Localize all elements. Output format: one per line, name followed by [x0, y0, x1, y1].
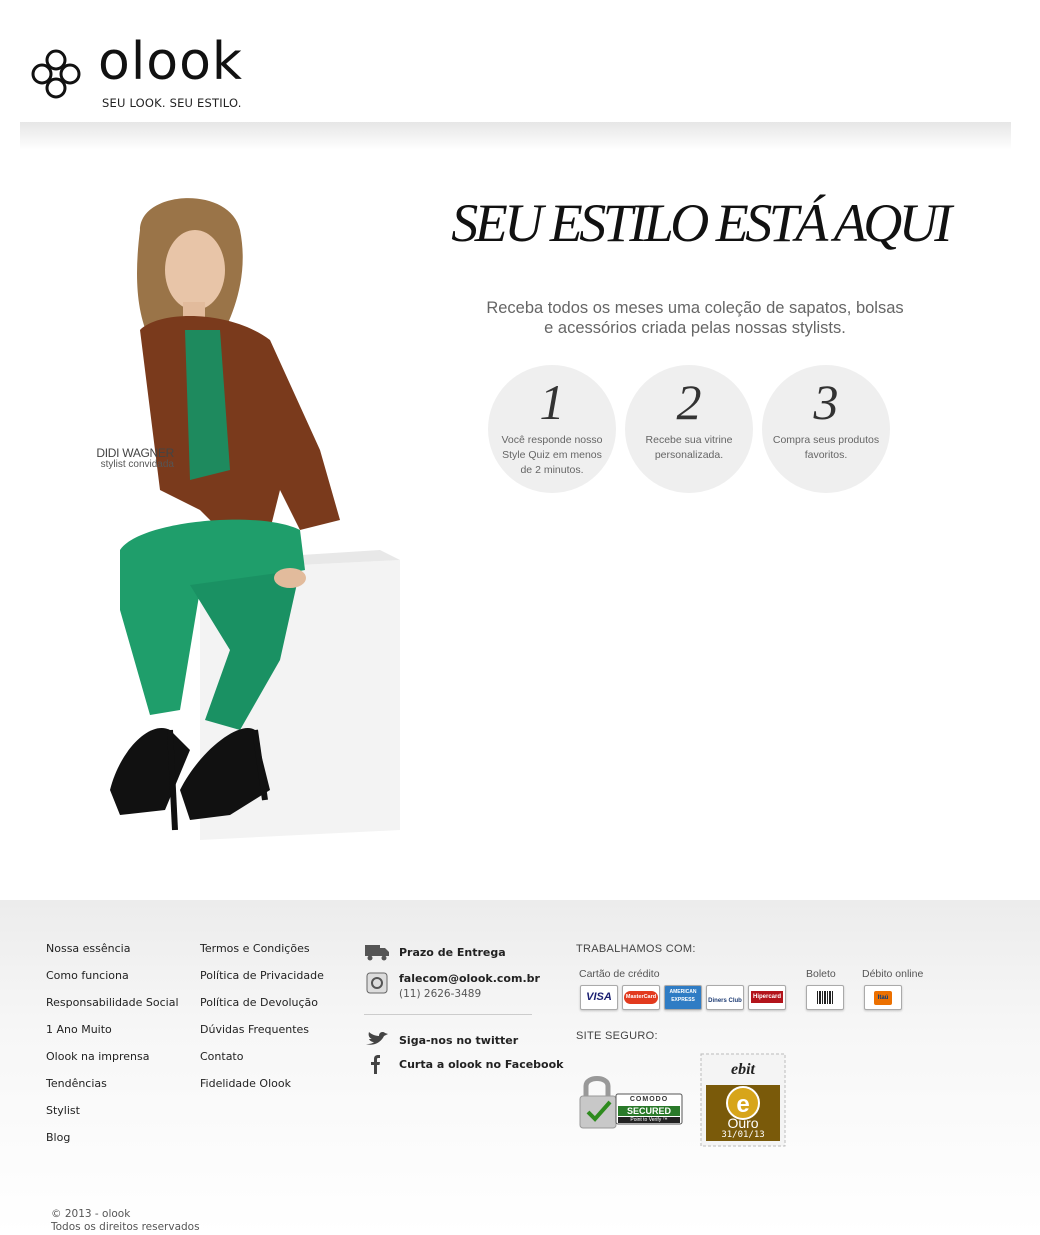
twitter-link[interactable]: Siga-nos no twitter	[364, 1030, 536, 1054]
step-text: Compra seus produtos favoritos.	[772, 434, 880, 461]
footer-link-devolucao[interactable]: Política de Devolução	[200, 996, 324, 1023]
footer-links-institutional: Nossa essência Como funciona Responsabil…	[46, 942, 179, 1158]
copyright-line-2: Todos os direitos reservados	[51, 1221, 200, 1233]
footer-link-como-funciona[interactable]: Como funciona	[46, 969, 179, 996]
footer-link-stylist[interactable]: Stylist	[46, 1104, 179, 1131]
footer-link-responsabilidade-social[interactable]: Responsabilidade Social	[46, 996, 179, 1023]
step-number: 2	[676, 374, 702, 430]
footer-link-tendencias[interactable]: Tendências	[46, 1077, 179, 1104]
step-text: Recebe sua vitrine personalizada.	[645, 434, 733, 461]
itau-debit-icon: Itaú	[864, 985, 902, 1010]
ebit-date: 31/01/13	[721, 1130, 765, 1140]
step-2: 2 Recebe sua vitrine personalizada.	[625, 365, 753, 493]
twitter-bird-icon	[366, 1032, 388, 1045]
step-number: 3	[813, 374, 839, 430]
ebit-level: Ouro	[727, 1115, 759, 1131]
site-footer: Nossa essência Como funciona Responsabil…	[0, 900, 1040, 1235]
amex-card-icon: AMERICAN EXPRESS	[664, 985, 702, 1010]
boleto-label: Boleto	[806, 968, 836, 980]
model-photo	[110, 198, 400, 840]
visa-card-icon: VISA	[580, 985, 618, 1010]
hero-description: Receba todos os meses uma coleção de sap…	[470, 298, 920, 338]
comodo-tagline: Point to Verify ™	[630, 1117, 668, 1123]
footer-link-1-ano-muito[interactable]: 1 Ano Muito	[46, 1023, 179, 1050]
delivery-label: Prazo de Entrega	[399, 946, 506, 959]
email-contact[interactable]: falecom@olook.com.br (11) 2626-3489	[364, 968, 540, 1030]
site-header: olook SEU LOOK. SEU ESTILO.	[0, 0, 1040, 122]
payments-title: TRABALHAMOS COM:	[576, 943, 696, 955]
email-address: falecom@olook.com.br	[399, 972, 540, 985]
footer-link-termos[interactable]: Termos e Condições	[200, 942, 324, 969]
credit-card-label: Cartão de crédito	[579, 968, 660, 980]
secure-site-title: SITE SEGURO:	[576, 1030, 658, 1042]
olook-logo[interactable]: olook SEU LOOK. SEU ESTILO.	[26, 32, 256, 115]
brand-name: olook	[98, 32, 244, 92]
footer-link-imprensa[interactable]: Olook na imprensa	[46, 1050, 179, 1077]
hero-description-line-2: e acessórios criada pelas nossas stylist…	[544, 319, 846, 337]
footer-link-duvidas[interactable]: Dúvidas Frequentes	[200, 1023, 324, 1050]
hipercard-label: Hipercard	[750, 991, 783, 1003]
header-shadow	[20, 122, 1011, 150]
debit-label: Débito online	[862, 968, 924, 980]
footer-links-policies: Termos e Condições Política de Privacida…	[200, 942, 324, 1104]
twitter-label: Siga-nos no twitter	[399, 1034, 519, 1047]
knot-logo-icon	[31, 49, 81, 99]
comodo-secured-seal[interactable]: COMODO SECURED Point to Verify ™	[578, 1072, 684, 1132]
brand-tagline: SEU LOOK. SEU ESTILO.	[102, 96, 242, 110]
facebook-label: Curta a olook no Facebook	[399, 1058, 564, 1071]
ebit-gold-seal[interactable]: ebit e Ouro 31/01/13	[700, 1053, 786, 1147]
hipercard-card-icon: Hipercard	[748, 985, 786, 1010]
model-name: DIDI WAGNER	[96, 446, 174, 460]
footer-link-blog[interactable]: Blog	[46, 1131, 179, 1158]
model-caption: DIDI WAGNER stylist convidada	[60, 446, 174, 470]
step-1: 1 Você responde nosso Style Quiz em meno…	[488, 365, 616, 493]
phone-number: (11) 2626-3489	[399, 988, 482, 1000]
hero-description-line-1: Receba todos os meses uma coleção de sap…	[486, 299, 904, 317]
copyright: © 2013 - olook Todos os direitos reserva…	[51, 1208, 200, 1234]
footer-link-contato[interactable]: Contato	[200, 1050, 324, 1077]
step-number: 1	[539, 374, 565, 430]
mastercard-label: MasterCard	[623, 991, 659, 1004]
delivery-truck-icon	[365, 945, 389, 961]
footer-link-fidelidade[interactable]: Fidelidade Olook	[200, 1077, 324, 1104]
boleto-barcode-icon	[806, 985, 844, 1010]
step-text: Você responde nosso Style Quiz em menos …	[501, 434, 603, 476]
footer-contact: Prazo de Entrega falecom@olook.com.br (1…	[364, 942, 563, 1080]
delivery-link[interactable]: Prazo de Entrega	[364, 942, 536, 968]
facebook-link[interactable]: Curta a olook no Facebook	[364, 1054, 563, 1080]
how-it-works-steps: 1 Você responde nosso Style Quiz em meno…	[488, 365, 898, 495]
email-icon	[366, 972, 388, 994]
mastercard-card-icon: MasterCard	[622, 985, 660, 1010]
comodo-secured-label: SECURED	[626, 1106, 671, 1116]
contact-divider	[364, 1014, 532, 1015]
copyright-line-1: © 2013 - olook	[51, 1208, 131, 1220]
step-3: 3 Compra seus produtos favoritos.	[762, 365, 890, 493]
footer-link-nossa-essencia[interactable]: Nossa essência	[46, 942, 179, 969]
diners-card-icon: Diners Club	[706, 985, 744, 1010]
facebook-icon	[371, 1055, 380, 1074]
comodo-brand: COMODO	[629, 1096, 669, 1103]
model-role: stylist convidada	[100, 459, 174, 470]
ebit-brand: ebit	[731, 1061, 755, 1078]
footer-link-privacidade[interactable]: Política de Privacidade	[200, 969, 324, 996]
hero-title: SEU ESTILO ESTÁ AQUI	[451, 193, 952, 253]
itau-label: Itaú	[874, 991, 892, 1005]
